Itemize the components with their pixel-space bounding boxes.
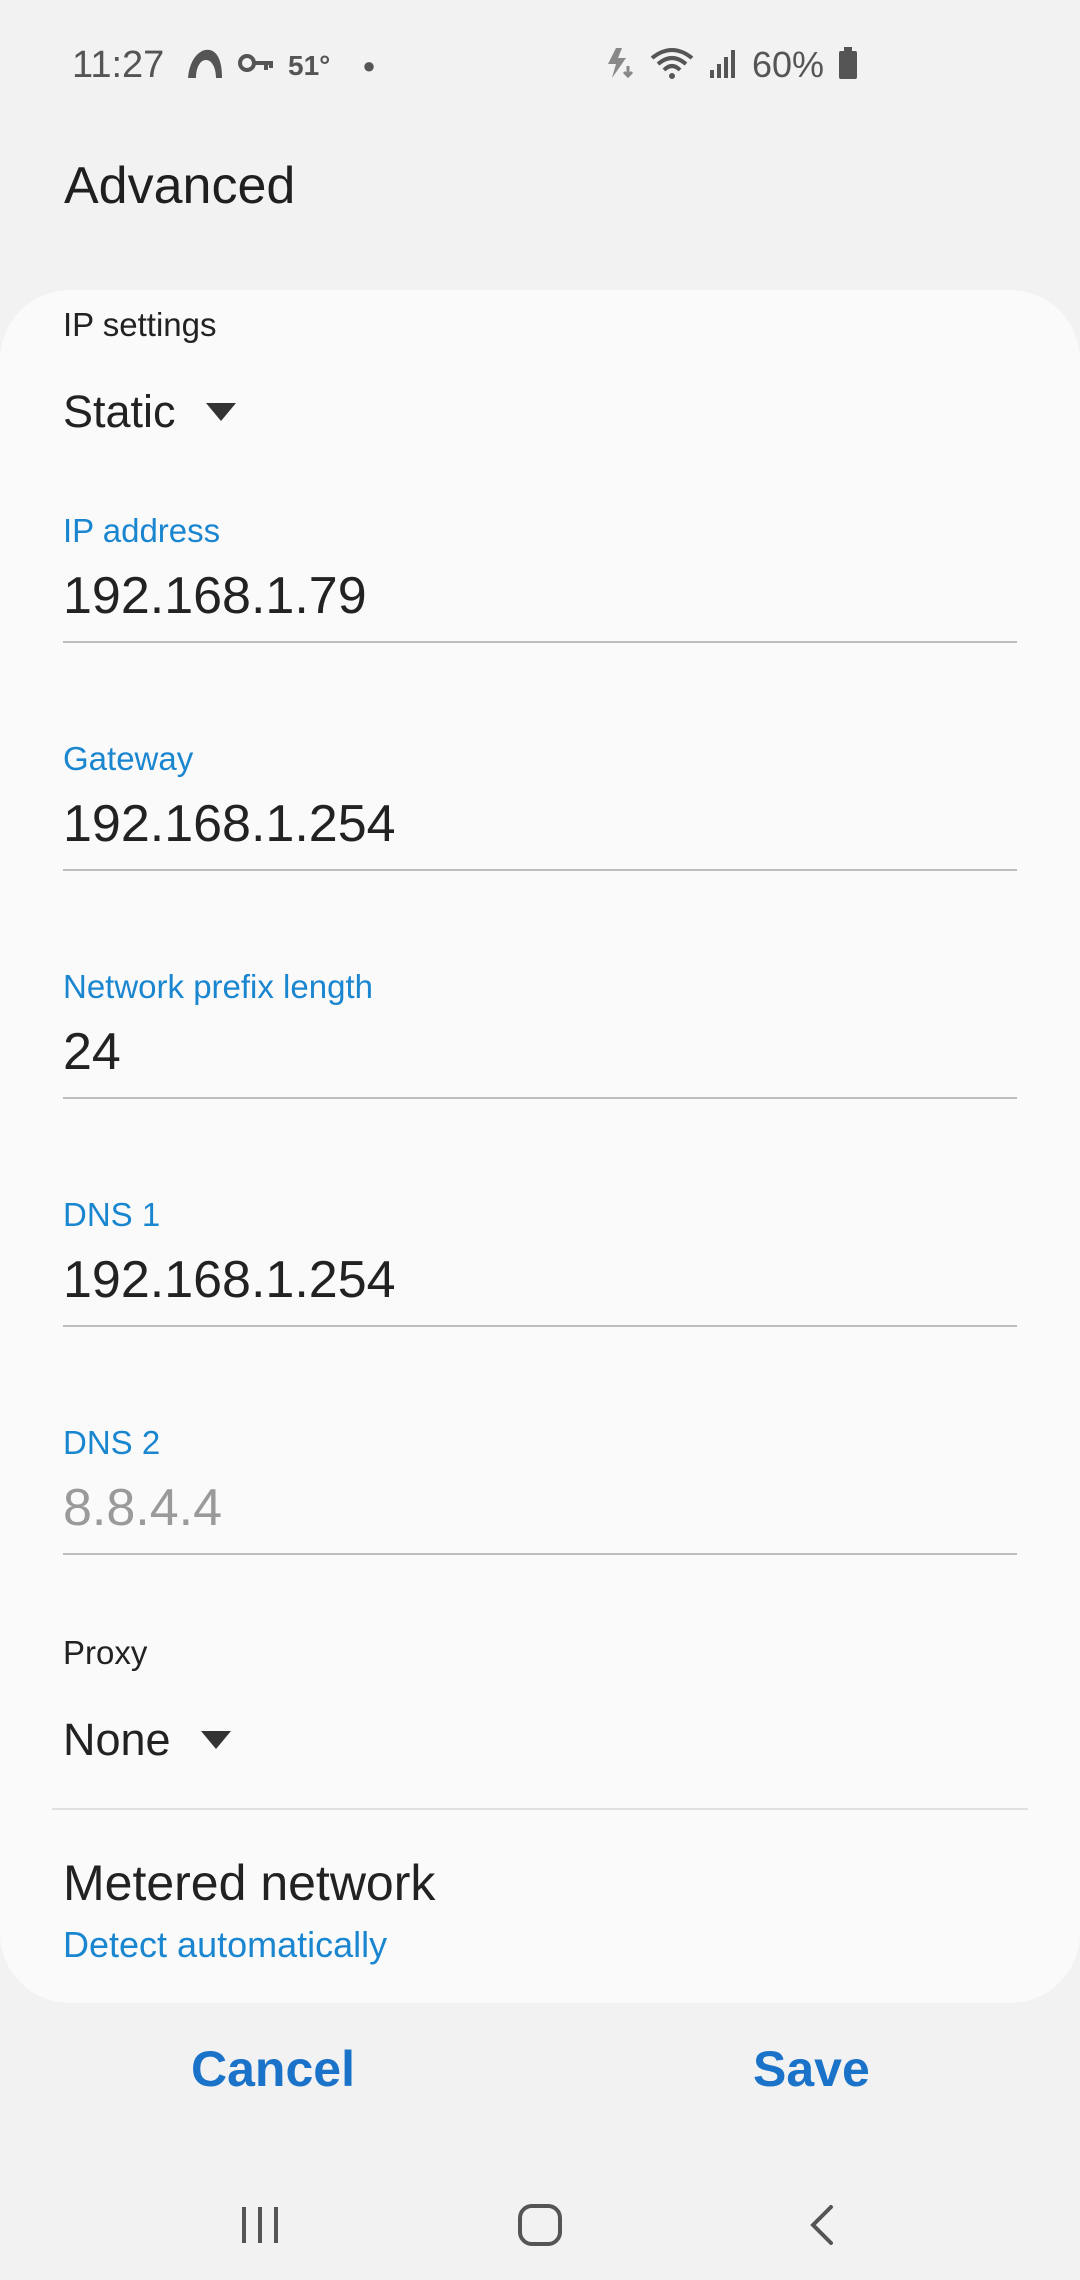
dropdown-arrow-icon	[205, 403, 236, 421]
divider	[52, 1808, 1028, 1810]
ip-settings-value: Static	[63, 386, 176, 437]
recents-icon[interactable]	[220, 2190, 300, 2260]
metered-network-value: Detect automatically	[63, 1924, 388, 1965]
status-time: 11:27	[72, 44, 165, 86]
battery-icon	[838, 46, 858, 84]
cancel-button[interactable]: Cancel	[191, 2040, 355, 2098]
notification-dot: ●	[362, 52, 376, 78]
proxy-dropdown[interactable]: None	[63, 1714, 231, 1766]
prefix-length-label: Network prefix length	[63, 968, 373, 1005]
dns1-input[interactable]: 192.168.1.254	[63, 1248, 1017, 1312]
dns2-input[interactable]: 8.8.4.4	[63, 1476, 1017, 1540]
signal-icon	[708, 48, 738, 83]
ip-address-field[interactable]: IP address 192.168.1.79	[63, 512, 1017, 643]
data-saver-icon	[604, 46, 636, 85]
battery-percent: 60%	[751, 44, 824, 85]
wifi-icon	[650, 46, 694, 85]
home-icon[interactable]	[500, 2190, 580, 2260]
input-underline	[63, 1553, 1017, 1555]
gateway-input[interactable]: 192.168.1.254	[63, 792, 1017, 856]
dns2-field[interactable]: DNS 2 8.8.4.4	[63, 1424, 1017, 1555]
save-button[interactable]: Save	[753, 2040, 870, 2098]
dns2-label: DNS 2	[63, 1424, 161, 1461]
input-underline	[63, 1325, 1017, 1327]
page-title: Advanced	[64, 157, 296, 215]
ip-address-label: IP address	[63, 512, 221, 549]
settings-card: IP settings Static IP address 192.168.1.…	[0, 290, 1080, 2003]
proxy-value: None	[63, 1714, 171, 1765]
status-bar: 11:27 51° ● 60%	[0, 0, 1080, 130]
dns1-field[interactable]: DNS 1 192.168.1.254	[63, 1196, 1017, 1327]
input-underline	[63, 1097, 1017, 1099]
ip-settings-dropdown[interactable]: Static	[63, 386, 236, 438]
navigation-bar	[0, 2170, 1080, 2280]
input-underline	[63, 641, 1017, 643]
back-icon[interactable]	[782, 2190, 862, 2260]
status-icons-left: 51° ●	[186, 46, 376, 85]
prefix-length-input[interactable]: 24	[63, 1020, 1017, 1084]
dropdown-arrow-icon	[200, 1731, 231, 1749]
gateway-label: Gateway	[63, 740, 194, 777]
prefix-length-field[interactable]: Network prefix length 24	[63, 968, 1017, 1099]
ip-address-input[interactable]: 192.168.1.79	[63, 564, 1017, 628]
metered-network-title[interactable]: Metered network	[63, 1854, 435, 1912]
ip-settings-label: IP settings	[63, 306, 217, 343]
input-underline	[63, 869, 1017, 871]
status-icons-right: 60%	[604, 44, 858, 86]
vpn-key-icon	[238, 53, 274, 78]
gateway-field[interactable]: Gateway 192.168.1.254	[63, 740, 1017, 871]
dialog-actions: Cancel Save	[0, 2040, 1080, 2160]
weather-icon	[186, 46, 224, 85]
dns1-label: DNS 1	[63, 1196, 161, 1233]
proxy-label: Proxy	[63, 1634, 148, 1671]
status-temperature: 51°	[288, 49, 331, 81]
